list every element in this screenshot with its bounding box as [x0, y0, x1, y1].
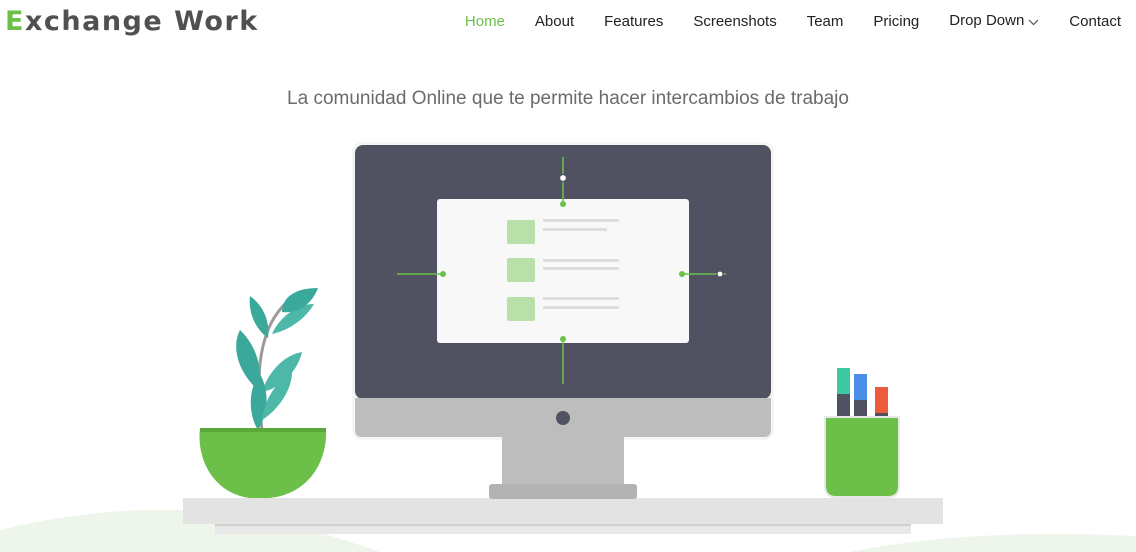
desk	[183, 498, 943, 534]
hero-illustration	[0, 142, 1136, 552]
pen-cup	[824, 368, 900, 498]
screen-window	[437, 199, 689, 343]
plant	[199, 288, 327, 498]
